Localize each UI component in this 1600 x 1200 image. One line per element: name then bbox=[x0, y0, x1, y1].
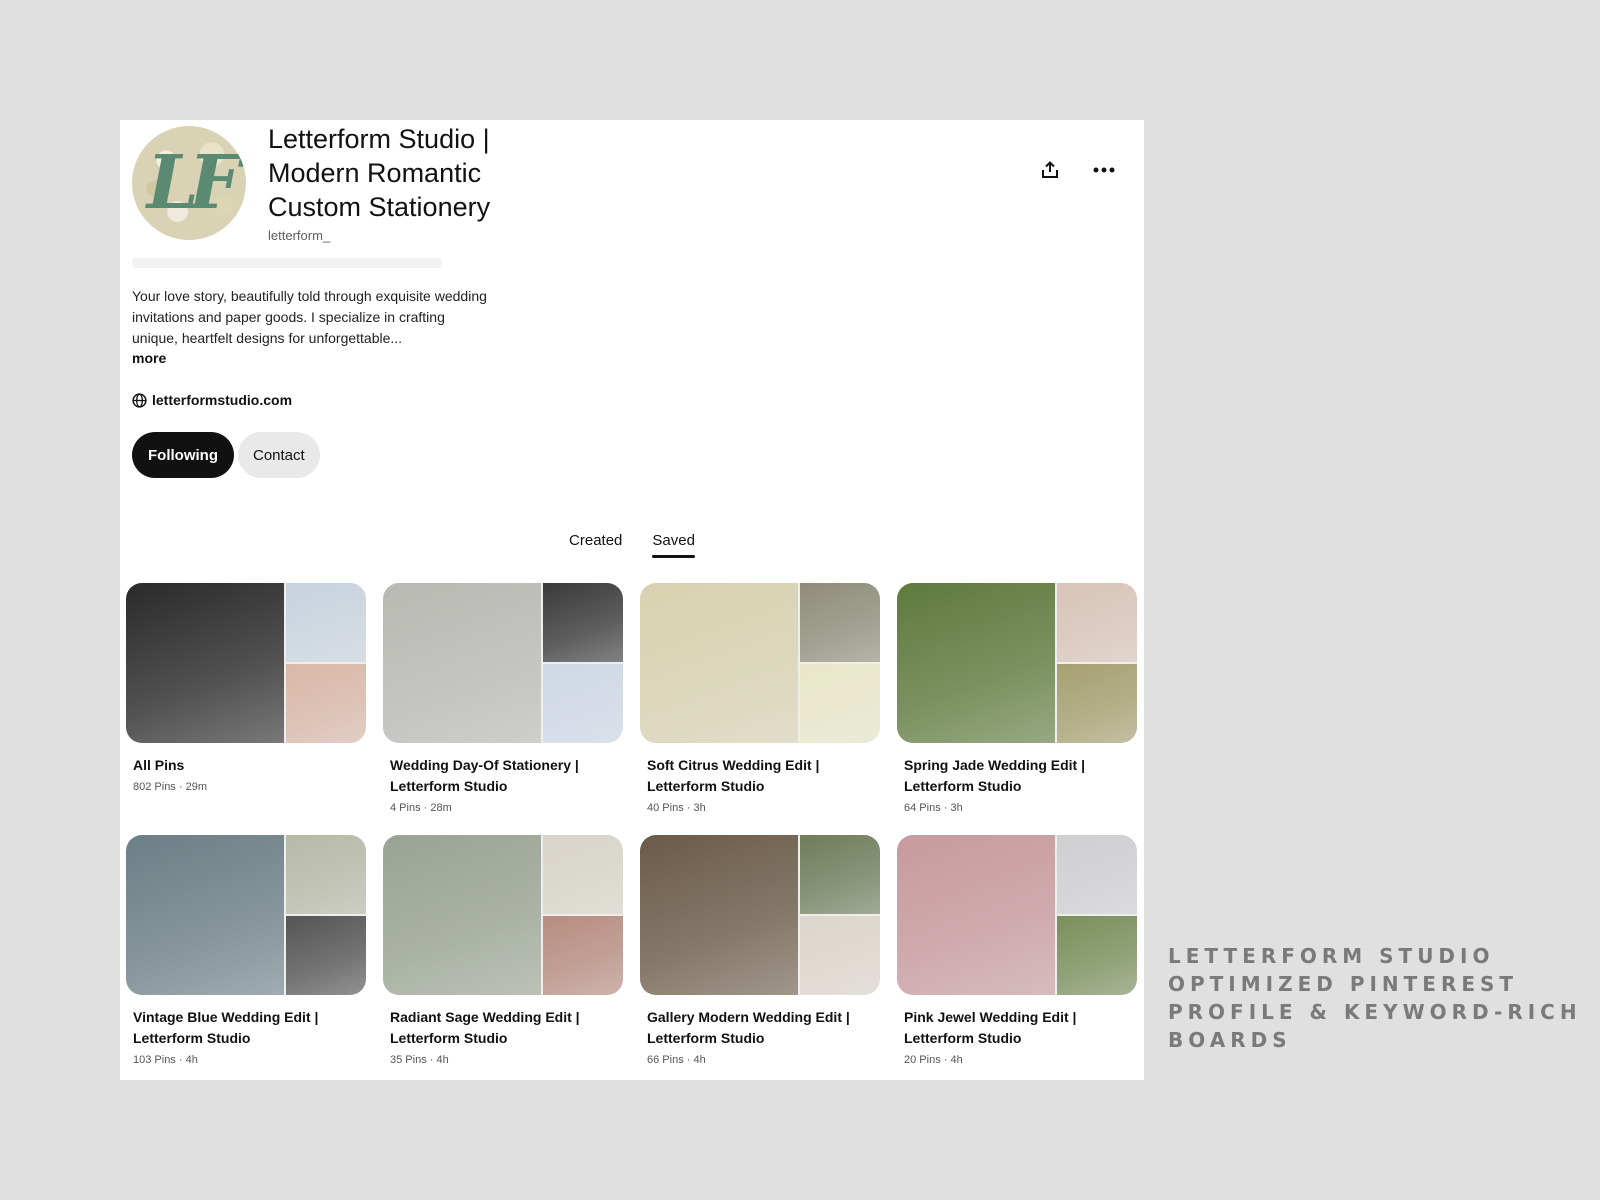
ellipsis-icon bbox=[1093, 167, 1115, 173]
board-title: Wedding Day-Of Stationery | Letterform S… bbox=[390, 757, 579, 794]
website-text: letterformstudio.com bbox=[152, 392, 293, 408]
board-title: Radiant Sage Wedding Edit | Letterform S… bbox=[390, 1009, 580, 1046]
board-cover bbox=[126, 583, 366, 743]
board-cover bbox=[897, 835, 1137, 995]
more-options-button[interactable] bbox=[1088, 154, 1120, 186]
profile-title: Letterform Studio | Modern Romantic Cust… bbox=[268, 124, 491, 222]
board-meta: 103 Pins · 4h bbox=[133, 1054, 198, 1066]
cover-image-bottom bbox=[1057, 916, 1137, 995]
board-meta: 40 Pins · 3h bbox=[647, 802, 706, 814]
board-cover bbox=[383, 583, 623, 743]
board-meta: 64 Pins · 3h bbox=[904, 802, 963, 814]
board-card[interactable]: Radiant Sage Wedding Edit | Letterform S… bbox=[383, 835, 623, 1087]
board-meta: 4 Pins · 28m bbox=[390, 802, 452, 814]
board-title: All Pins bbox=[133, 757, 185, 773]
cover-image-top bbox=[286, 583, 366, 662]
board-cover bbox=[640, 835, 880, 995]
cover-image-top bbox=[800, 583, 880, 662]
contact-button[interactable]: Contact bbox=[238, 432, 320, 478]
cover-image-top bbox=[543, 583, 623, 662]
board-card[interactable]: Vintage Blue Wedding Edit | Letterform S… bbox=[126, 835, 366, 1087]
cover-image-top bbox=[1057, 835, 1137, 914]
blurred-stats bbox=[132, 258, 442, 268]
board-meta: 802 Pins · 29m bbox=[133, 781, 207, 793]
cover-image-main bbox=[383, 583, 541, 743]
cover-image-top bbox=[800, 835, 880, 914]
cover-image-main bbox=[897, 583, 1055, 743]
board-card[interactable]: All Pins 802 Pins · 29m bbox=[126, 583, 366, 835]
tab-created[interactable]: Created bbox=[569, 532, 622, 558]
cover-image-top bbox=[286, 835, 366, 914]
cover-image-bottom bbox=[800, 916, 880, 995]
cover-image-main bbox=[126, 583, 284, 743]
board-title: Pink Jewel Wedding Edit | Letterform Stu… bbox=[904, 1009, 1077, 1046]
board-meta: 66 Pins · 4h bbox=[647, 1054, 706, 1066]
tab-saved[interactable]: Saved bbox=[652, 532, 695, 558]
board-title: Gallery Modern Wedding Edit | Letterform… bbox=[647, 1009, 850, 1046]
profile-bio: Your love story, beautifully told throug… bbox=[132, 288, 487, 346]
website-link[interactable]: letterformstudio.com bbox=[132, 392, 292, 408]
board-title: Spring Jade Wedding Edit | Letterform St… bbox=[904, 757, 1086, 794]
board-cover bbox=[383, 835, 623, 995]
profile-avatar[interactable]: LF bbox=[132, 126, 246, 240]
profile-tabs: Created Saved bbox=[120, 532, 1144, 558]
board-meta: 35 Pins · 4h bbox=[390, 1054, 449, 1066]
cover-image-top bbox=[543, 835, 623, 914]
board-title: Soft Citrus Wedding Edit | Letterform St… bbox=[647, 757, 820, 794]
following-button[interactable]: Following bbox=[132, 432, 234, 478]
boards-grid: All Pins 802 Pins · 29m Wedding Day-Of S… bbox=[126, 583, 1137, 1087]
board-card[interactable]: Spring Jade Wedding Edit | Letterform St… bbox=[897, 583, 1137, 835]
profile-panel: LF Letterform Studio | Modern Romantic C… bbox=[120, 120, 1144, 1080]
cover-image-main bbox=[897, 835, 1055, 995]
cover-image-bottom bbox=[543, 916, 623, 995]
board-card[interactable]: Pink Jewel Wedding Edit | Letterform Stu… bbox=[897, 835, 1137, 1087]
board-card[interactable]: Wedding Day-Of Stationery | Letterform S… bbox=[383, 583, 623, 835]
cover-image-bottom bbox=[286, 916, 366, 995]
board-meta: 20 Pins · 4h bbox=[904, 1054, 963, 1066]
board-title: Vintage Blue Wedding Edit | Letterform S… bbox=[133, 1009, 319, 1046]
profile-actions bbox=[1034, 154, 1120, 186]
board-card[interactable]: Gallery Modern Wedding Edit | Letterform… bbox=[640, 835, 880, 1087]
cover-image-main bbox=[640, 583, 798, 743]
cover-image-bottom bbox=[800, 664, 880, 743]
board-cover bbox=[640, 583, 880, 743]
avatar-logo: LF bbox=[146, 140, 242, 226]
board-card[interactable]: Soft Citrus Wedding Edit | Letterform St… bbox=[640, 583, 880, 835]
share-button[interactable] bbox=[1034, 154, 1066, 186]
bio-more-link[interactable]: more bbox=[132, 350, 166, 366]
cover-image-bottom bbox=[286, 664, 366, 743]
slide-caption: LETTERFORM STUDIO OPTIMIZED PINTEREST PR… bbox=[1168, 944, 1582, 1052]
profile-username: letterform_ bbox=[268, 228, 331, 243]
cover-image-top bbox=[1057, 583, 1137, 662]
board-cover bbox=[897, 583, 1137, 743]
cover-image-bottom bbox=[543, 664, 623, 743]
share-icon bbox=[1042, 161, 1058, 178]
board-cover bbox=[126, 835, 366, 995]
cover-image-main bbox=[383, 835, 541, 995]
globe-icon bbox=[132, 392, 147, 408]
cover-image-main bbox=[126, 835, 284, 995]
cover-image-bottom bbox=[1057, 664, 1137, 743]
cover-image-main bbox=[640, 835, 798, 995]
